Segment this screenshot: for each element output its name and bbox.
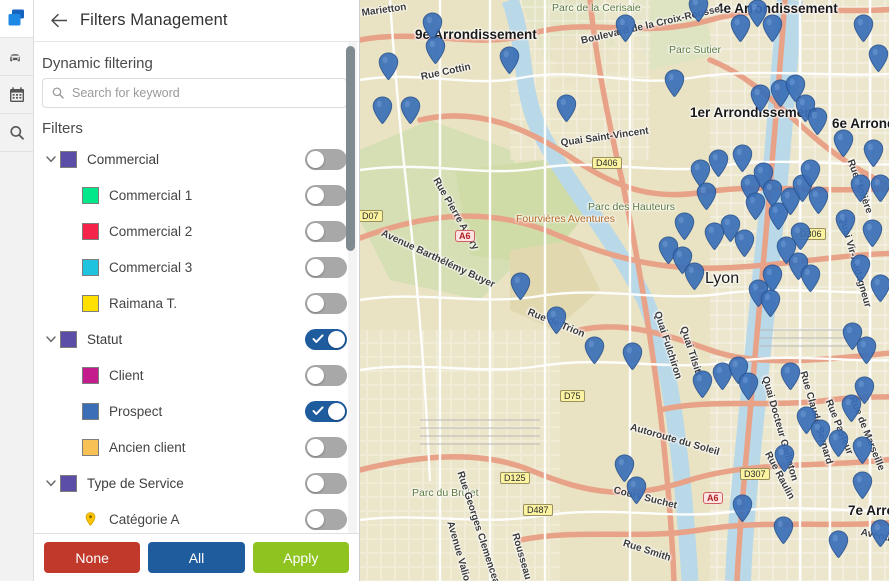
filter-toggle-commercial-3[interactable] <box>305 256 347 278</box>
rail-item-calendar[interactable] <box>0 76 33 114</box>
color-swatch <box>82 258 99 276</box>
search-wrap <box>34 78 359 108</box>
filter-toggle-statut[interactable] <box>305 328 347 350</box>
filter-item-row-cat-gorie-a[interactable]: Catégorie A <box>42 501 349 533</box>
layers-icon <box>8 9 24 26</box>
filter-item-label: Commercial 1 <box>109 187 193 203</box>
chevron-down-icon[interactable] <box>42 474 60 492</box>
color-swatch <box>82 402 99 420</box>
filter-list: Commercial Commercial 1 Commercial 2 Commer… <box>34 141 359 533</box>
color-swatch <box>82 186 99 204</box>
panel-scrollbar-track[interactable] <box>346 42 357 533</box>
car-icon <box>9 53 20 61</box>
color-swatch <box>60 330 77 348</box>
color-swatch <box>60 150 77 168</box>
panel-scrollbar-thumb[interactable] <box>346 46 355 251</box>
color-swatch <box>82 222 99 240</box>
filter-toggle-client[interactable] <box>305 364 347 386</box>
app-root: Filters Management Dynamic filtering Fil… <box>0 0 889 581</box>
filters-panel: Filters Management Dynamic filtering Fil… <box>34 0 360 581</box>
filter-toggle-commercial[interactable] <box>305 148 347 170</box>
filter-item-label: Commercial 3 <box>109 259 193 275</box>
filter-item-label: Client <box>109 367 144 383</box>
rail-item-search[interactable] <box>0 114 33 152</box>
filter-group-row-statut[interactable]: Statut <box>42 321 349 357</box>
filter-item-row-prospect[interactable]: Prospect <box>42 393 349 429</box>
page-title: Filters Management <box>80 11 228 29</box>
color-swatch <box>60 474 77 492</box>
all-button[interactable]: All <box>148 542 245 573</box>
filter-item-row-client[interactable]: Client <box>42 357 349 393</box>
filter-toggle-commercial-2[interactable] <box>305 220 347 242</box>
filters-label: Filters <box>42 120 83 137</box>
filter-toggle-ancien-client[interactable] <box>305 436 347 458</box>
filter-item-label: Catégorie A <box>109 511 180 527</box>
filter-item-row-raimana-t[interactable]: Raimana T. <box>42 285 349 321</box>
filter-item-row-commercial-3[interactable]: Commercial 3 <box>42 249 349 285</box>
app-logo[interactable] <box>0 0 33 38</box>
calendar-icon <box>9 86 24 102</box>
panel-footer: None All Apply <box>34 533 359 581</box>
back-arrow-icon[interactable] <box>46 8 72 34</box>
filter-group-row-commercial[interactable]: Commercial <box>42 141 349 177</box>
filter-toggle-type-de-service[interactable] <box>305 472 347 494</box>
filter-item-label: Commercial 2 <box>109 223 193 239</box>
left-icon-rail <box>0 0 34 581</box>
search-box[interactable] <box>42 78 347 108</box>
filter-item-row-commercial-1[interactable]: Commercial 1 <box>42 177 349 213</box>
filter-toggle-commercial-1[interactable] <box>305 184 347 206</box>
rail-item-vehicles[interactable] <box>0 38 33 76</box>
filter-toggle-prospect[interactable] <box>305 400 347 422</box>
map-pin-icon <box>82 512 99 526</box>
map-basemap <box>360 0 889 581</box>
dynamic-filtering-label: Dynamic filtering <box>42 55 153 72</box>
panel-body: Dynamic filtering Filters CommercialComm… <box>34 42 359 533</box>
none-button[interactable]: None <box>44 542 141 573</box>
search-input[interactable] <box>72 86 338 100</box>
color-swatch <box>82 366 99 384</box>
filter-group-label: Statut <box>87 331 123 347</box>
filter-item-row-ancien-client[interactable]: Ancien client <box>42 429 349 465</box>
panel-header: Filters Management <box>34 0 359 42</box>
filter-item-label: Prospect <box>109 403 163 419</box>
filter-item-row-commercial-2[interactable]: Commercial 2 <box>42 213 349 249</box>
filter-toggle-cat-gorie-a[interactable] <box>305 508 347 530</box>
search-icon <box>52 87 64 99</box>
apply-button[interactable]: Apply <box>252 542 349 573</box>
map-view[interactable]: Marietton Parc de la Cerisaie 4e Arrondiss… <box>360 0 889 581</box>
filter-group-label: Commercial <box>87 151 160 167</box>
search-icon <box>9 125 24 140</box>
filter-item-label: Ancien client <box>109 439 186 455</box>
filter-group-row-type-de-service[interactable]: Type de Service <box>42 465 349 501</box>
filter-item-label: Raimana T. <box>109 295 178 311</box>
chevron-down-icon[interactable] <box>42 330 60 348</box>
filter-group-label: Type de Service <box>87 475 184 491</box>
filter-toggle-raimana-t[interactable] <box>305 292 347 314</box>
color-swatch <box>82 294 99 312</box>
color-swatch <box>82 438 99 456</box>
chevron-down-icon[interactable] <box>42 150 60 168</box>
